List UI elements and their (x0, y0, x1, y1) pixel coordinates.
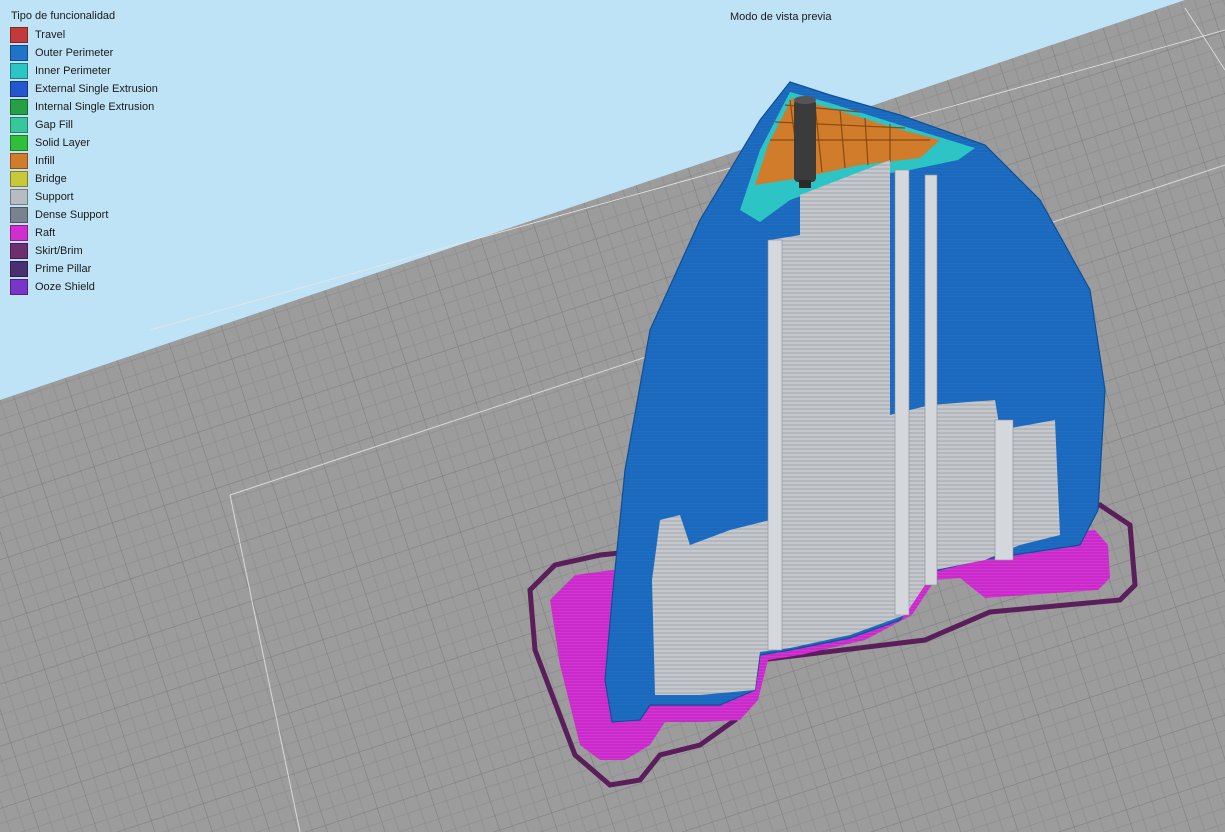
legend-label: Dense Support (35, 209, 109, 221)
legend-items: Travel Outer Perimeter Inner Perimeter Exte… (10, 26, 210, 296)
legend-swatch (10, 171, 28, 187)
legend-swatch (10, 135, 28, 151)
legend-swatch (10, 189, 28, 205)
legend-swatch (10, 261, 28, 277)
legend-item[interactable]: Bridge (10, 170, 210, 188)
legend-swatch (10, 63, 28, 79)
legend-item[interactable]: Prime Pillar (10, 260, 210, 278)
support-pillar-far (994, 419, 1014, 561)
support-pillar-right (924, 174, 938, 586)
legend-label: Skirt/Brim (35, 245, 83, 257)
legend-item[interactable]: Infill (10, 152, 210, 170)
legend-swatch (10, 243, 28, 259)
legend-swatch (10, 279, 28, 295)
legend-title: Tipo de funcionalidad (11, 10, 116, 22)
legend-label: Support (35, 191, 74, 203)
legend-swatch (10, 45, 28, 61)
legend-swatch (10, 27, 28, 43)
legend-label: Infill (35, 155, 55, 167)
legend-label: Raft (35, 227, 56, 239)
legend-label: Solid Layer (35, 137, 91, 149)
legend-item[interactable]: Gap Fill (10, 116, 210, 134)
legend-item[interactable]: Outer Perimeter (10, 44, 210, 62)
legend-swatch (10, 117, 28, 133)
legend-item[interactable]: Raft (10, 224, 210, 242)
feature-type-legend: Tipo de funcionalidad Travel Outer Perime… (10, 10, 210, 296)
legend-item[interactable]: Travel (10, 26, 210, 44)
legend-swatch (10, 99, 28, 115)
legend-swatch (10, 207, 28, 223)
preview-mode-title: Modo de vista previa (730, 11, 832, 23)
legend-swatch (10, 225, 28, 241)
legend-swatch (10, 81, 28, 97)
legend-label: Inner Perimeter (35, 65, 111, 77)
legend-item[interactable]: Skirt/Brim (10, 242, 210, 260)
legend-label: External Single Extrusion (35, 83, 158, 95)
nozzle (794, 96, 816, 188)
legend-item[interactable]: Support (10, 188, 210, 206)
legend-label: Outer Perimeter (35, 47, 114, 59)
legend-label: Travel (35, 29, 66, 41)
legend-item[interactable]: Dense Support (10, 206, 210, 224)
legend-label: Prime Pillar (35, 263, 92, 275)
legend-item[interactable]: Solid Layer (10, 134, 210, 152)
support-pillar-left (767, 239, 783, 651)
legend-item[interactable]: Internal Single Extrusion (10, 98, 210, 116)
legend-label: Ooze Shield (35, 281, 95, 293)
legend-item[interactable]: External Single Extrusion (10, 80, 210, 98)
legend-item[interactable]: Inner Perimeter (10, 62, 210, 80)
legend-label: Bridge (35, 173, 67, 185)
legend-item[interactable]: Ooze Shield (10, 278, 210, 296)
legend-label: Gap Fill (35, 119, 73, 131)
support-pillar-mid (894, 169, 910, 616)
legend-swatch (10, 153, 28, 169)
legend-label: Internal Single Extrusion (35, 101, 155, 113)
